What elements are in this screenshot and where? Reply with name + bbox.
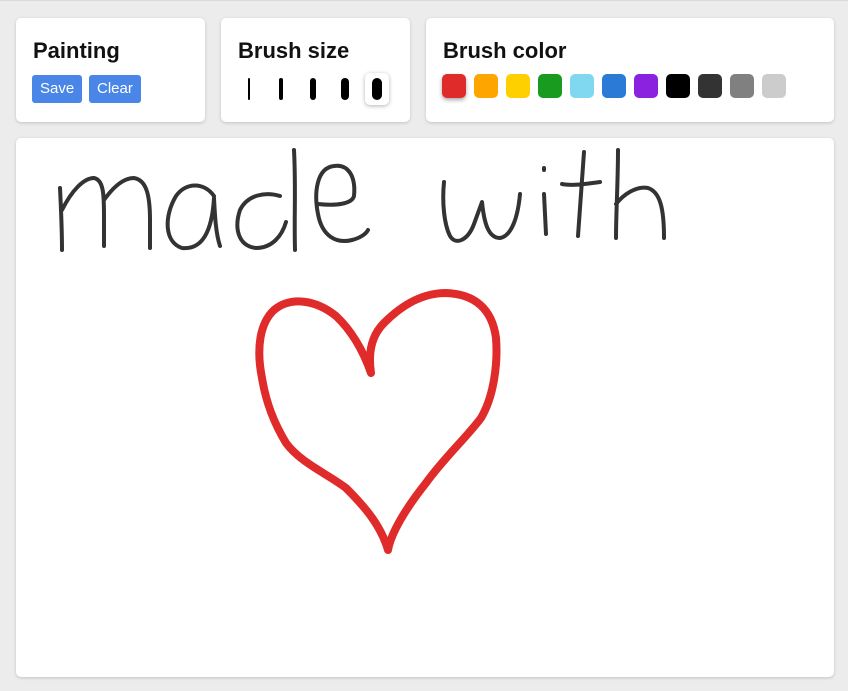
stroke-heart	[255, 289, 501, 554]
heart-drawing	[255, 289, 501, 554]
handwritten-text-drawing	[58, 148, 666, 252]
brush-size-option[interactable]	[237, 73, 261, 105]
brush-size-preview	[341, 78, 349, 100]
color-swatch[interactable]	[762, 74, 786, 98]
stroke-letter-e	[314, 163, 370, 243]
color-swatch[interactable]	[602, 74, 626, 98]
stroke-letter-m	[58, 176, 152, 252]
brush-size-preview	[279, 78, 283, 100]
stroke-letter-i	[542, 166, 548, 236]
brush-size-option[interactable]	[301, 73, 325, 105]
stroke-letter-h	[614, 148, 666, 240]
color-swatch[interactable]	[730, 74, 754, 98]
painting-title: Painting	[33, 38, 120, 63]
drawing-surface[interactable]	[16, 138, 834, 677]
color-swatch[interactable]	[666, 74, 690, 98]
brush-size-title: Brush size	[238, 38, 350, 63]
color-swatch[interactable]	[698, 74, 722, 98]
color-swatch[interactable]	[570, 74, 594, 98]
color-swatch[interactable]	[506, 74, 530, 98]
color-swatch[interactable]	[442, 74, 466, 98]
brush-color-panel: Brush color	[426, 18, 834, 122]
color-swatch[interactable]	[474, 74, 498, 98]
stroke-letter-d	[235, 148, 297, 252]
clear-button[interactable]: Clear	[89, 75, 141, 103]
color-swatch[interactable]	[634, 74, 658, 98]
brush-size-preview	[248, 78, 250, 100]
brush-size-preview	[372, 78, 382, 100]
save-button[interactable]: Save	[32, 75, 83, 103]
color-swatch[interactable]	[538, 74, 562, 98]
drawing-canvas[interactable]	[16, 138, 834, 677]
brush-size-option[interactable]	[333, 73, 357, 105]
brush-size-panel: Brush size	[221, 18, 410, 122]
stroke-letter-a	[165, 183, 222, 251]
brush-size-preview	[310, 78, 316, 100]
brush-size-option[interactable]	[365, 73, 389, 105]
app-root: Painting Save Clear Brush size Brush col…	[0, 0, 848, 691]
stroke-letter-t	[560, 150, 602, 238]
brush-size-option[interactable]	[269, 73, 293, 105]
painting-panel: Painting Save Clear	[16, 18, 205, 122]
stroke-letter-w	[441, 180, 522, 243]
brush-color-title: Brush color	[443, 38, 567, 63]
